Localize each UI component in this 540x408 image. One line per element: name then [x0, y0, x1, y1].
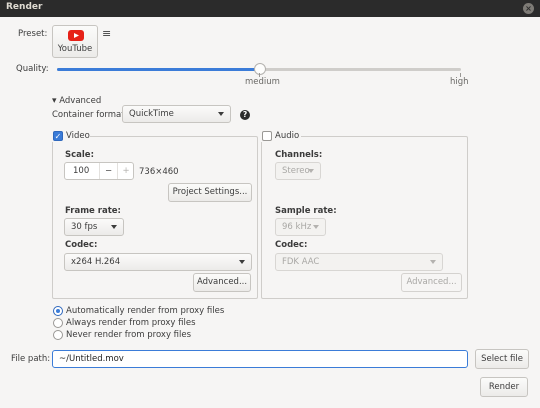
- chevron-down-icon: [313, 225, 319, 229]
- video-advanced-button[interactable]: Advanced...: [193, 273, 251, 292]
- preset-youtube-button[interactable]: YouTube: [52, 25, 98, 58]
- expander-arrow-icon: ▾: [52, 96, 57, 106]
- video-codec-select[interactable]: x264 H.264: [64, 253, 252, 271]
- proxy-radio-always[interactable]: [53, 318, 63, 328]
- channels-select[interactable]: Stereo: [275, 162, 321, 180]
- quality-medium-label: medium: [245, 77, 280, 87]
- channels-label: Channels:: [275, 150, 323, 160]
- proxy-option-label: Always render from proxy files: [66, 318, 196, 328]
- scale-value: 100: [73, 166, 90, 176]
- audio-codec-select[interactable]: FDK AAC: [275, 253, 443, 271]
- advanced-label: Advanced: [59, 96, 102, 106]
- quality-slider-handle[interactable]: [254, 63, 266, 75]
- advanced-expander[interactable]: ▾ Advanced: [52, 96, 101, 106]
- container-format-label: Container format:: [52, 110, 128, 120]
- chevron-down-icon: [218, 112, 224, 116]
- video-enable-checkbox[interactable]: ✓: [53, 131, 63, 141]
- sample-rate-label: Sample rate:: [275, 206, 337, 216]
- audio-codec-label: Codec:: [275, 240, 308, 250]
- scale-label: Scale:: [65, 150, 94, 160]
- audio-enable-checkbox[interactable]: [262, 131, 272, 141]
- proxy-radio-automatic[interactable]: [53, 306, 63, 316]
- file-path-input[interactable]: ~/Untitled.mov: [52, 350, 468, 368]
- frame-rate-value: 30 fps: [71, 222, 98, 232]
- chevron-down-icon: [308, 169, 314, 173]
- scale-increment-button[interactable]: +: [117, 163, 134, 179]
- title-bar: Render ×: [0, 0, 540, 17]
- audio-label: Audio: [275, 131, 300, 141]
- select-file-button[interactable]: Select file: [475, 349, 529, 369]
- chevron-down-icon: [239, 260, 245, 264]
- frame-rate-label: Frame rate:: [65, 206, 121, 216]
- sample-rate-value: 96 kHz: [282, 222, 312, 232]
- video-resolution: 736×460: [139, 167, 179, 177]
- audio-codec-value: FDK AAC: [282, 257, 320, 267]
- project-settings-button[interactable]: Project Settings...: [168, 183, 252, 202]
- preset-name: YouTube: [57, 44, 93, 54]
- chevron-down-icon: [111, 225, 117, 229]
- file-path-label: File path:: [11, 354, 51, 364]
- quality-label: Quality:: [16, 64, 49, 74]
- youtube-icon: [68, 30, 84, 41]
- container-format-value: QuickTime: [129, 109, 174, 119]
- quality-slider-fill: [57, 68, 259, 71]
- audio-advanced-button[interactable]: Advanced...: [401, 273, 462, 292]
- proxy-option-label: Never render from proxy files: [66, 330, 192, 340]
- quality-high-label: high: [450, 77, 469, 87]
- preset-label: Preset:: [18, 29, 48, 39]
- scale-decrement-button[interactable]: −: [99, 163, 117, 179]
- video-label: Video: [66, 131, 90, 141]
- scale-spinbutton[interactable]: 100 − +: [64, 162, 134, 180]
- chevron-down-icon: [430, 260, 436, 264]
- container-format-select[interactable]: QuickTime: [122, 105, 231, 123]
- frame-rate-select[interactable]: 30 fps: [64, 218, 124, 236]
- channels-value: Stereo: [282, 166, 310, 176]
- preset-menu-icon[interactable]: ≡: [102, 27, 111, 40]
- video-codec-label: Codec:: [65, 240, 98, 250]
- help-icon[interactable]: ?: [240, 110, 250, 120]
- window-title: Render: [6, 2, 43, 12]
- close-icon[interactable]: ×: [523, 3, 534, 14]
- video-codec-value: x264 H.264: [71, 257, 121, 267]
- render-button[interactable]: Render: [480, 377, 528, 397]
- sample-rate-select[interactable]: 96 kHz: [275, 218, 326, 236]
- proxy-radio-never[interactable]: [53, 330, 63, 340]
- proxy-option-label: Automatically render from proxy files: [66, 306, 225, 316]
